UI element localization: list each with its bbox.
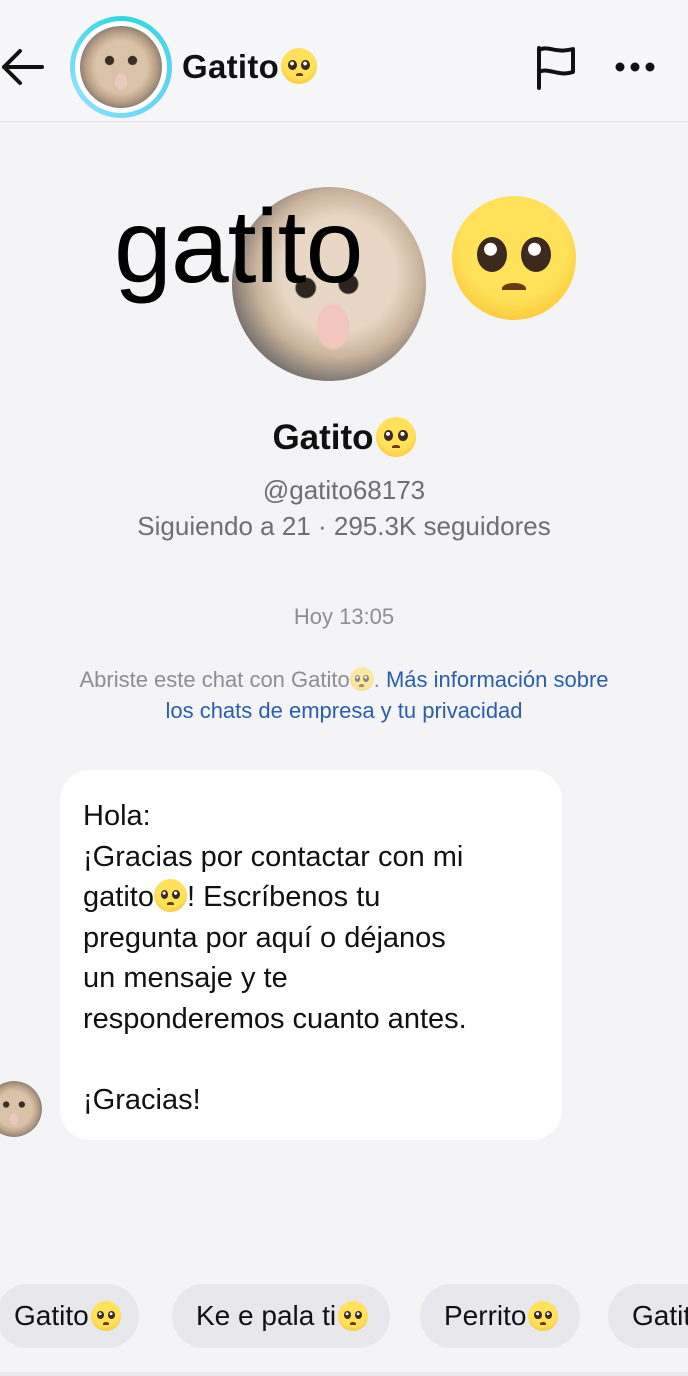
pleading-face-icon — [281, 48, 318, 85]
header-title-text: Gatito — [182, 48, 280, 85]
quick-replies: Gatito Ke e pala ti Perrito Gatito — [0, 1284, 688, 1350]
quick-reply-chip[interactable]: Gatito — [608, 1284, 688, 1348]
quick-reply-chip[interactable]: Ke e pala ti — [172, 1284, 391, 1348]
cat-photo — [80, 26, 162, 108]
notice-text: Abriste este chat con Gatito — [79, 667, 350, 692]
quick-reply-chip[interactable]: Gatito — [0, 1284, 139, 1348]
pleading-face-icon — [349, 667, 374, 692]
notice-period: . — [373, 667, 380, 692]
composer-divider — [0, 1372, 688, 1376]
chip-label: Ke e pala ti — [196, 1300, 337, 1331]
chat-header: Gatito — [0, 0, 688, 122]
pleading-face-icon — [338, 1300, 369, 1331]
quick-reply-chip[interactable]: Perrito — [420, 1284, 581, 1348]
pleading-face-icon — [452, 196, 576, 320]
pleading-face-icon — [528, 1300, 559, 1331]
header-avatar[interactable] — [70, 16, 172, 118]
message-avatar[interactable] — [0, 1081, 42, 1137]
profile-overlay-text: gatito — [114, 189, 363, 305]
back-arrow-icon[interactable] — [0, 46, 46, 88]
chip-label: Perrito — [444, 1300, 527, 1331]
profile-name: Gatito — [0, 416, 688, 458]
chip-label: Gatito — [14, 1300, 89, 1331]
profile-stats: Siguiendo a 21 · 295.3K seguidores — [137, 511, 551, 541]
chip-label: Gatito — [632, 1300, 688, 1331]
chat-timestamp: Hoy 13:05 — [293, 604, 395, 629]
cat-photo — [0, 1081, 42, 1137]
chat-notice: Abriste este chat con Gatito. Más inform… — [70, 664, 618, 726]
message-bubble: Hola: ¡Gracias por contactar con mi gati… — [60, 770, 562, 1140]
pleading-face-icon — [153, 878, 187, 912]
more-options-icon[interactable] — [610, 54, 660, 80]
pleading-face-icon — [375, 416, 416, 457]
message-text-end: ! Escríbenos tu pregunta por aquí o déja… — [83, 881, 467, 1116]
profile-name-text: Gatito — [272, 418, 374, 457]
flag-icon[interactable] — [534, 44, 578, 90]
pleading-face-icon — [90, 1300, 121, 1331]
profile-handle: @gatito68173 — [262, 475, 426, 505]
header-title[interactable]: Gatito — [182, 48, 318, 86]
